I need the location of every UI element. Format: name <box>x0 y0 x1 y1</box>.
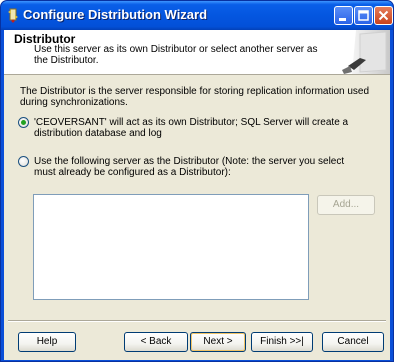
own-distributor-label[interactable]: 'CEOVERSANT' will act as its own Distrib… <box>34 117 364 139</box>
minimize-button[interactable] <box>334 6 353 25</box>
footer-separator <box>8 320 386 322</box>
window-title: Configure Distribution Wizard <box>23 7 208 22</box>
server-graphic-icon <box>342 30 390 74</box>
other-distributor-radio[interactable] <box>18 156 29 167</box>
page-subtitle: Use this server as its own Distributor o… <box>34 44 318 66</box>
close-icon <box>378 10 389 21</box>
next-button[interactable]: Next > <box>190 332 246 352</box>
maximize-icon <box>358 10 369 21</box>
description-text: The Distributor is the server responsibl… <box>20 86 370 108</box>
wizard-header: Distributor Use this server as its own D… <box>4 30 390 75</box>
help-button[interactable]: Help <box>18 332 76 352</box>
add-button[interactable]: Add... <box>317 195 375 215</box>
maximize-button[interactable] <box>354 6 373 25</box>
minimize-icon <box>339 18 346 21</box>
distributor-server-list[interactable] <box>33 194 309 300</box>
other-distributor-label[interactable]: Use the following server as the Distribu… <box>34 156 364 178</box>
close-button[interactable] <box>374 6 393 25</box>
wizard-app-icon <box>5 7 21 23</box>
own-distributor-radio[interactable] <box>18 117 29 128</box>
cancel-button[interactable]: Cancel <box>322 332 384 352</box>
title-bar[interactable]: Configure Distribution Wizard <box>1 1 393 30</box>
finish-button[interactable]: Finish >>| <box>251 332 313 352</box>
wizard-window: Configure Distribution Wizard Distributo… <box>0 0 394 362</box>
dialog-client-area: Distributor Use this server as its own D… <box>4 30 390 360</box>
back-button[interactable]: < Back <box>124 332 188 352</box>
